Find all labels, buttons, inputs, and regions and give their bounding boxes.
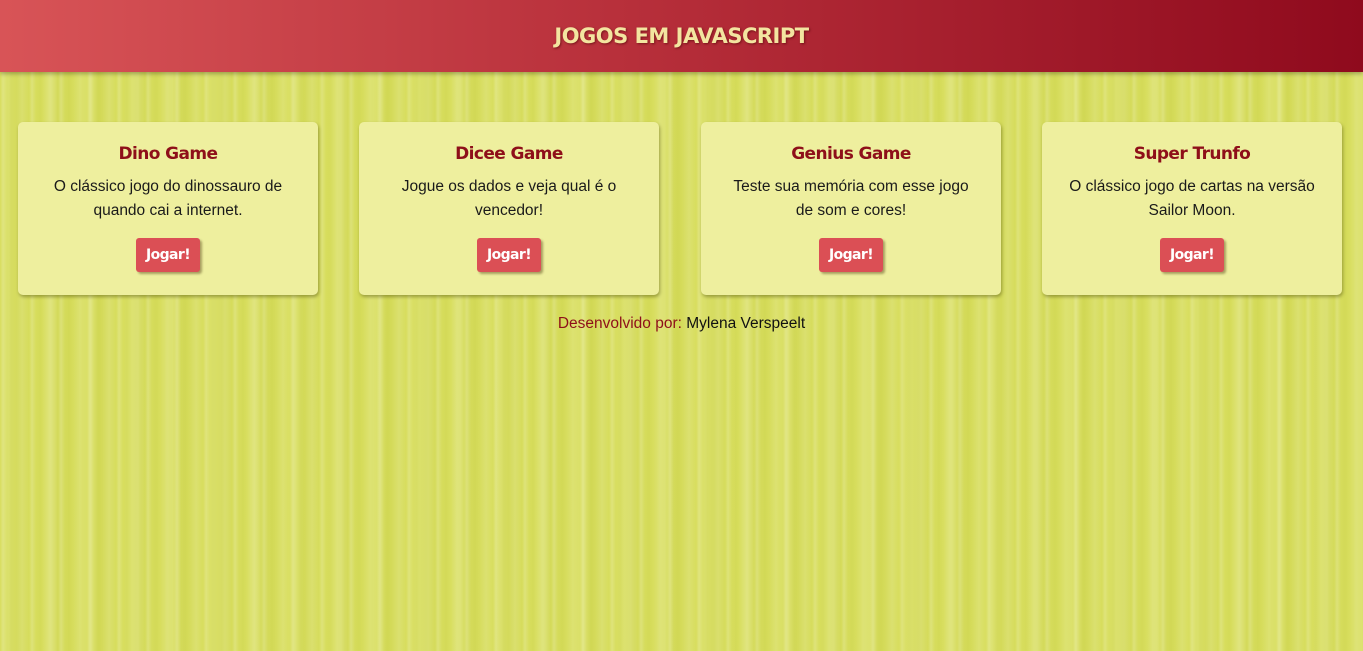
card-title: Super Trunfo xyxy=(1133,144,1251,164)
footer-credit-label: Desenvolvido por: xyxy=(557,315,682,332)
card-description: O clássico jogo de cartas na versão Sail… xyxy=(1069,178,1315,219)
page-title: JOGOS EM JAVASCRIPT xyxy=(554,24,809,48)
footer-author-name: Mylena Verspeelt xyxy=(686,315,806,332)
page-footer: Desenvolvido por: Mylena Verspeelt xyxy=(0,315,1363,333)
game-card-super-trunfo: Super Trunfo O clássico jogo de cartas n… xyxy=(1042,122,1342,295)
game-cards-container: Dino Game O clássico jogo do dinossauro … xyxy=(18,122,1343,295)
game-card-genius: Genius Game Teste sua memória com esse j… xyxy=(701,122,1001,295)
card-title: Dino Game xyxy=(118,144,219,164)
game-card-dino: Dino Game O clássico jogo do dinossauro … xyxy=(18,122,318,295)
card-description: Teste sua memória com esse jogo de som e… xyxy=(733,178,969,219)
game-card-dicee: Dicee Game Jogue os dados e veja qual é … xyxy=(359,122,659,295)
play-button-dicee[interactable]: Jogar! xyxy=(477,238,541,272)
page-header: JOGOS EM JAVASCRIPT xyxy=(0,0,1363,72)
card-description: Jogue os dados e veja qual é o vencedor! xyxy=(401,178,617,219)
card-description: O clássico jogo do dinossauro de quando … xyxy=(53,178,283,219)
play-button-genius[interactable]: Jogar! xyxy=(819,238,883,272)
play-button-dino[interactable]: Jogar! xyxy=(136,238,200,272)
card-title: Genius Game xyxy=(791,144,911,164)
card-title: Dicee Game xyxy=(455,144,563,164)
play-button-super-trunfo[interactable]: Jogar! xyxy=(1160,238,1224,272)
